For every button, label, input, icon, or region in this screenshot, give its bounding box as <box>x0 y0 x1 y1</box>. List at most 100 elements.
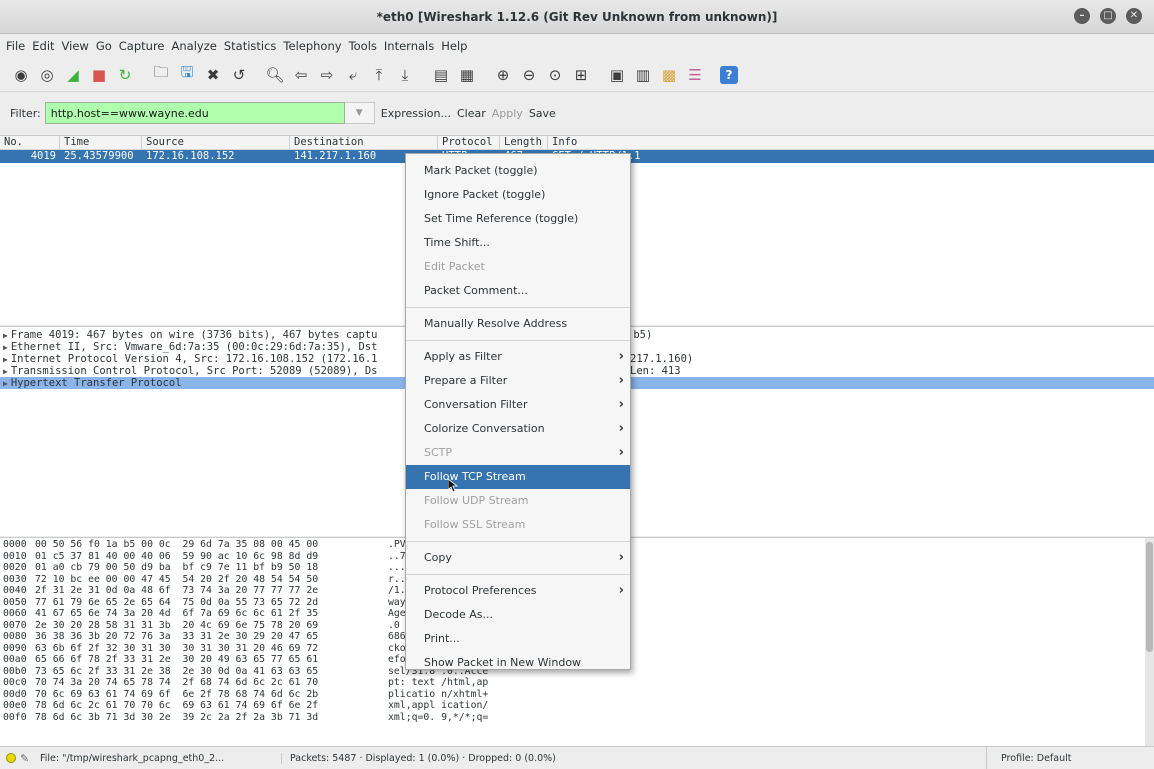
menu-prepare-a-filter[interactable]: Prepare a Filter › <box>406 369 630 393</box>
menu-separator <box>406 541 630 542</box>
filter-toolbar: Filter: http.host==www.wayne.edu ▼ Expre… <box>0 98 1154 128</box>
edit-comment-icon[interactable]: ✎ <box>20 752 32 765</box>
col-no[interactable]: No. <box>0 136 60 149</box>
col-info[interactable]: Info <box>548 136 668 149</box>
capture-filters-icon[interactable]: ▣ <box>606 64 628 86</box>
menu-edit-packet: Edit Packet <box>424 260 485 273</box>
menu-capture[interactable]: Capture <box>119 39 165 53</box>
bytes-row: 00c0 70 74 3a 20 74 65 78 74 2f 68 74 6d … <box>3 677 489 688</box>
menu-statistics[interactable]: Statistics <box>224 39 277 53</box>
restart-capture-icon[interactable]: ↻ <box>114 64 136 86</box>
go-last-icon[interactable]: ⤓ <box>394 64 416 86</box>
expand-triangle-icon[interactable]: ▶ <box>3 355 8 364</box>
capture-options-icon[interactable]: ◎ <box>36 64 58 86</box>
apply-button[interactable]: Apply <box>492 107 523 120</box>
menu-telephony[interactable]: Telephony <box>283 39 341 53</box>
menu-copy[interactable]: Copy › <box>406 546 630 570</box>
packet-time: 25.43579900 <box>64 150 134 162</box>
bytes-row: 00f0 78 6d 6c 3b 71 3d 30 2e 39 2c 2a 2f … <box>3 711 489 723</box>
close-file-icon[interactable]: ✖ <box>202 64 224 86</box>
menu-colorize-conversation[interactable]: Colorize Conversation › <box>406 417 630 441</box>
col-length[interactable]: Length <box>500 136 548 149</box>
zoom-normal-icon[interactable]: ⊙ <box>544 64 566 86</box>
expand-triangle-icon[interactable]: ▶ <box>3 343 8 352</box>
colorize-icon[interactable]: ▤ <box>430 64 452 86</box>
chevron-right-icon: › <box>618 445 624 460</box>
close-icon[interactable]: ✕ <box>1126 8 1142 24</box>
menu-tools[interactable]: Tools <box>349 39 377 53</box>
status-profile[interactable]: Profile: Default <box>986 747 1071 769</box>
help-icon[interactable]: ? <box>720 65 738 84</box>
menu-edit[interactable]: Edit <box>32 39 54 53</box>
chevron-right-icon: › <box>618 421 624 436</box>
menu-time-shift[interactable]: Time Shift... <box>406 231 630 255</box>
menu-set-time-reference[interactable]: Set Time Reference (toggle) <box>406 207 630 231</box>
menu-conversation-filter[interactable]: Conversation Filter › <box>406 393 630 417</box>
zoom-out-icon[interactable]: ⊖ <box>518 64 540 86</box>
menu-analyze[interactable]: Analyze <box>172 39 217 53</box>
menu-sctp: SCTP › <box>406 441 630 465</box>
menu-mark-packet[interactable]: Mark Packet (toggle) <box>406 159 630 183</box>
menu-ignore-packet[interactable]: Ignore Packet (toggle) <box>406 183 630 207</box>
menu-follow-tcp-stream[interactable]: Follow TCP Stream <box>406 465 630 489</box>
menu-packet-comment[interactable]: Packet Comment... <box>406 279 630 303</box>
expand-triangle-icon[interactable]: ▶ <box>3 379 8 388</box>
menu-separator <box>406 574 630 575</box>
save-file-icon[interactable]: 🖫 <box>176 63 198 86</box>
main-toolbar: ◉ ◎ ◢ ■ ↻ 🗀 🖫 ✖ ↺ 🔍︎ ⇦ ⇨ ⤶ ⤒ ⤓ ▤ ▦ ⊕ ⊖ ⊙… <box>0 58 1154 92</box>
menu-print[interactable]: Print... <box>406 627 630 651</box>
go-first-icon[interactable]: ⤒ <box>368 64 390 86</box>
display-filters-icon[interactable]: ▥ <box>632 64 654 86</box>
expand-triangle-icon[interactable]: ▶ <box>3 331 8 340</box>
start-capture-icon[interactable]: ◢ <box>62 64 84 86</box>
menubar: File Edit View Go Capture Analyze Statis… <box>0 34 1154 58</box>
menu-file[interactable]: File <box>6 39 25 53</box>
scrollbar-thumb[interactable] <box>1146 542 1153 652</box>
chevron-right-icon: › <box>618 397 624 412</box>
expression-button[interactable]: Expression... <box>381 107 451 120</box>
menu-protocol-preferences[interactable]: Protocol Preferences › <box>406 579 630 603</box>
resize-columns-icon[interactable]: ⊞ <box>570 64 592 86</box>
menu-decode-as[interactable]: Decode As... <box>406 603 630 627</box>
go-back-icon[interactable]: ⇦ <box>290 64 312 86</box>
auto-scroll-icon[interactable]: ▦ <box>456 64 478 86</box>
bytes-scrollbar[interactable] <box>1145 538 1154 747</box>
status-packets: Packets: 5487 · Displayed: 1 (0.0%) · Dr… <box>290 752 556 764</box>
coloring-rules-icon[interactable]: ▩ <box>658 64 680 86</box>
expand-triangle-icon[interactable]: ▶ <box>3 367 8 376</box>
col-destination[interactable]: Destination <box>290 136 438 149</box>
col-protocol[interactable]: Protocol <box>438 136 500 149</box>
menu-show-packet-in-new-window[interactable]: Show Packet in New Window <box>406 651 630 675</box>
menu-view[interactable]: View <box>62 39 89 53</box>
chevron-right-icon: › <box>618 373 624 388</box>
menu-apply-as-filter[interactable]: Apply as Filter › <box>406 345 630 369</box>
stop-capture-icon[interactable]: ■ <box>88 64 110 86</box>
statusbar: ✎ File: "/tmp/wireshark_pcapng_eth0_2...… <box>0 746 1154 769</box>
go-forward-icon[interactable]: ⇨ <box>316 64 338 86</box>
save-button[interactable]: Save <box>529 107 556 120</box>
chevron-down-icon[interactable]: ▼ <box>344 102 375 124</box>
status-file: File: "/tmp/wireshark_pcapng_eth0_2... <box>40 752 282 764</box>
minimize-icon[interactable]: – <box>1074 8 1090 24</box>
preferences-icon[interactable]: ☰ <box>684 64 706 86</box>
reload-icon[interactable]: ↺ <box>228 64 250 86</box>
menu-manually-resolve-address[interactable]: Manually Resolve Address <box>406 312 630 336</box>
go-to-packet-icon[interactable]: ⤶ <box>342 64 364 86</box>
find-packet-icon[interactable]: 🔍︎ <box>264 64 286 86</box>
col-time[interactable]: Time <box>60 136 142 149</box>
filter-label: Filter: <box>10 106 41 120</box>
zoom-in-icon[interactable]: ⊕ <box>492 64 514 86</box>
menu-separator <box>406 340 630 341</box>
maximize-icon[interactable]: □ <box>1100 8 1116 24</box>
menu-follow-ssl-stream: Follow SSL Stream <box>424 518 526 531</box>
interfaces-icon[interactable]: ◉ <box>10 64 32 86</box>
clear-button[interactable]: Clear <box>457 107 486 120</box>
display-filter-input[interactable]: http.host==www.wayne.edu <box>44 102 345 124</box>
menu-go[interactable]: Go <box>96 39 112 53</box>
menu-internals[interactable]: Internals <box>384 39 434 53</box>
menu-help[interactable]: Help <box>441 39 467 53</box>
packet-no: 4019 <box>30 150 56 162</box>
open-file-icon[interactable]: 🗀 <box>150 63 172 86</box>
expert-info-icon[interactable] <box>6 753 16 763</box>
col-source[interactable]: Source <box>142 136 290 149</box>
